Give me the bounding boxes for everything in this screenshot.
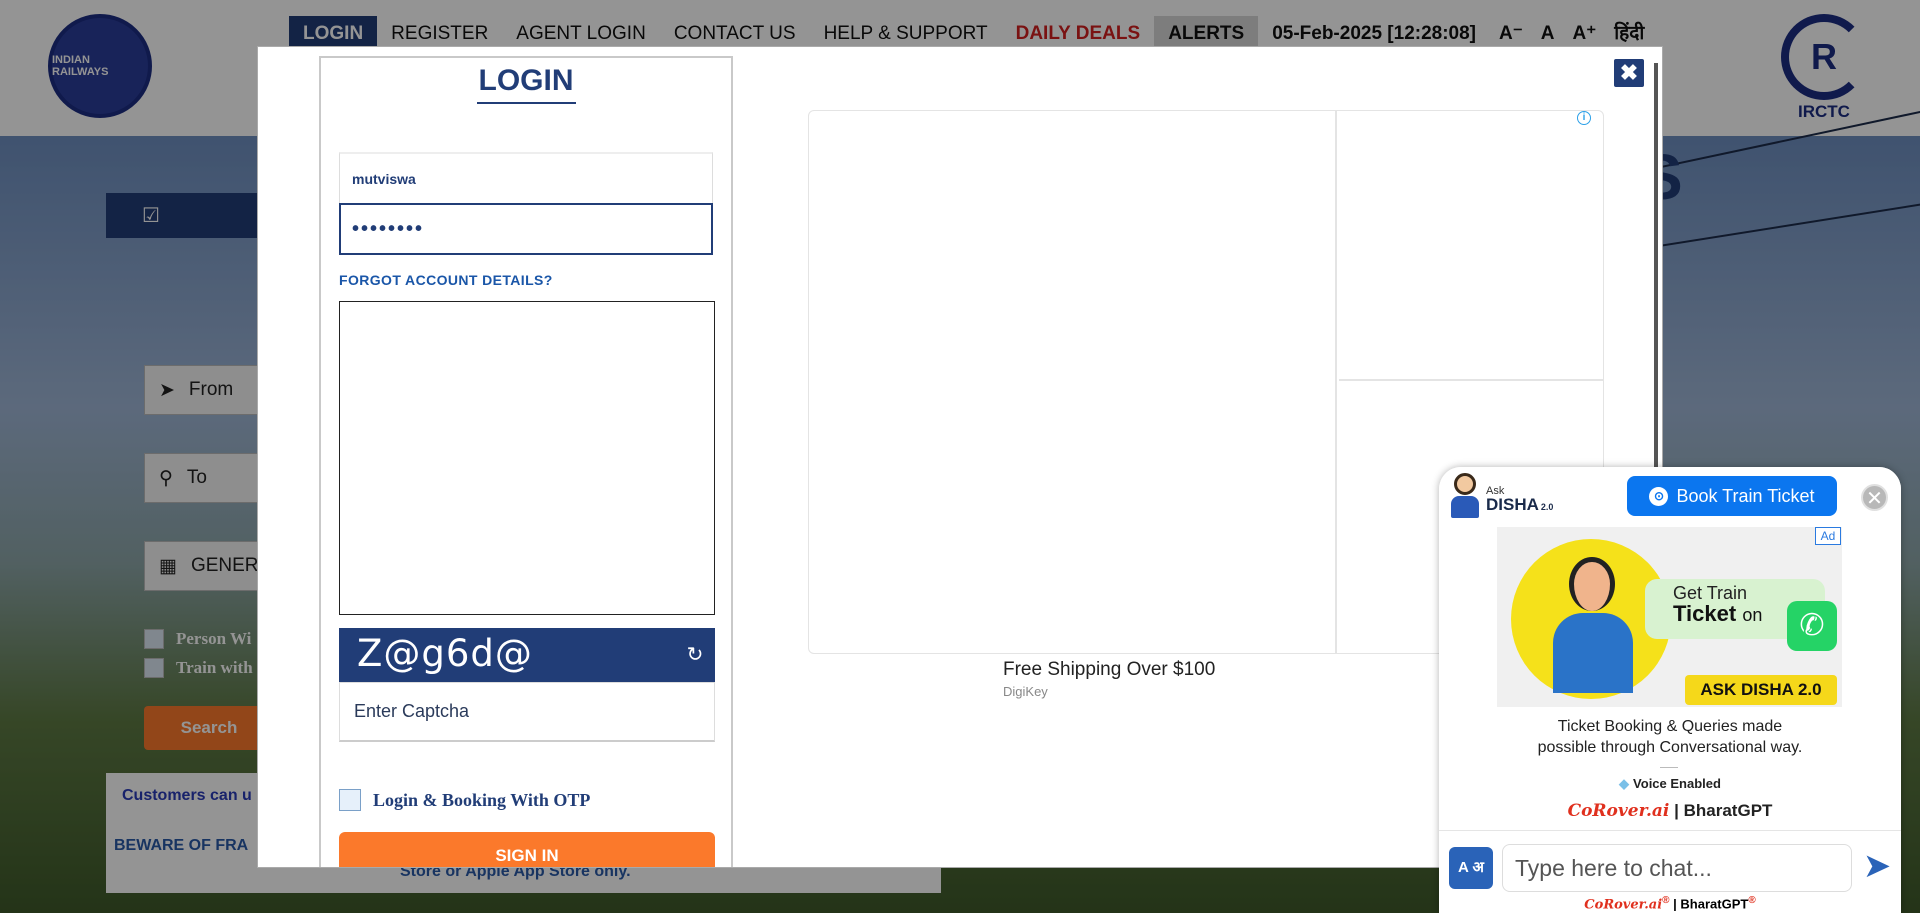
ask-disha-badge: ASK DISHA 2.0 — [1685, 675, 1837, 705]
disha-name: DISHA 2.0 — [1486, 495, 1554, 514]
captcha-text: Z@g6d@ — [357, 632, 533, 675]
chat-input[interactable] — [1502, 844, 1852, 892]
username-input[interactable] — [339, 152, 713, 204]
train-icon: ⊙ — [1649, 486, 1669, 506]
ad-source: DigiKey — [1003, 684, 1048, 699]
book-train-ticket-button[interactable]: ⊙ Book Train Ticket — [1627, 476, 1837, 516]
chat-header: Ask DISHA 2.0 ⊙ Book Train Ticket ✕ — [1439, 467, 1901, 527]
bharatgpt-logo: BharatGPT — [1683, 801, 1773, 820]
refresh-icon[interactable]: ↻ — [683, 642, 707, 666]
password-input[interactable] — [339, 203, 713, 255]
send-icon[interactable]: ➤ — [1857, 847, 1897, 887]
login-panel: LOGIN FORGOT ACCOUNT DETAILS? Z@g6d@ ↻ L… — [319, 56, 733, 867]
brand-row: CoRover.ai | BharatGPT — [1567, 801, 1773, 821]
disha-avatar — [1451, 473, 1479, 519]
close-modal-button[interactable]: ✖ — [1614, 59, 1644, 87]
captcha-image: Z@g6d@ ↻ — [339, 628, 715, 682]
promo-banner[interactable]: Get Train Ticket on ✆ ASK DISHA 2.0 — [1497, 527, 1842, 707]
diamond-icon: ◆ — [1619, 776, 1630, 791]
chat-input-bar: A अ ➤ CoRover.ai® | BharatGPT® — [1439, 830, 1901, 913]
divider — [1660, 767, 1678, 768]
promo-description: Ticket Booking & Queries made possible t… — [1537, 718, 1803, 756]
captcha-input[interactable] — [339, 682, 715, 742]
otp-label: Login & Booking With OTP — [373, 789, 591, 810]
powered-by-row: CoRover.ai® | BharatGPT® — [1584, 895, 1756, 913]
sign-in-button[interactable]: SIGN IN — [339, 832, 715, 867]
corover-logo: CoRover.ai — [1567, 801, 1670, 821]
translate-button[interactable]: A अ — [1449, 847, 1493, 889]
ad-side-slot[interactable] — [1339, 111, 1603, 381]
otp-checkbox-row[interactable]: Login & Booking With OTP — [339, 789, 590, 811]
otp-checkbox[interactable] — [339, 789, 361, 811]
login-title: LOGIN — [321, 64, 731, 104]
ad-caption[interactable]: Free Shipping Over $100 — [1003, 659, 1215, 681]
disha-illustration-head — [1569, 557, 1615, 611]
disha-illustration — [1553, 613, 1633, 693]
whatsapp-icon: ✆ — [1787, 601, 1837, 651]
captcha-frame[interactable] — [339, 301, 715, 615]
ad-main-slot[interactable] — [809, 111, 1337, 653]
voice-enabled-label: ◆ Voice Enabled — [1619, 776, 1721, 791]
forgot-account-link[interactable]: FORGOT ACCOUNT DETAILS? — [339, 272, 553, 288]
ad-badge: Ad — [1815, 527, 1841, 545]
disha-chat-widget: Ask DISHA 2.0 ⊙ Book Train Ticket ✕ Get T… — [1439, 467, 1901, 913]
close-chat-button[interactable]: ✕ — [1861, 484, 1888, 511]
ad-info-icon[interactable]: i — [1577, 111, 1591, 125]
